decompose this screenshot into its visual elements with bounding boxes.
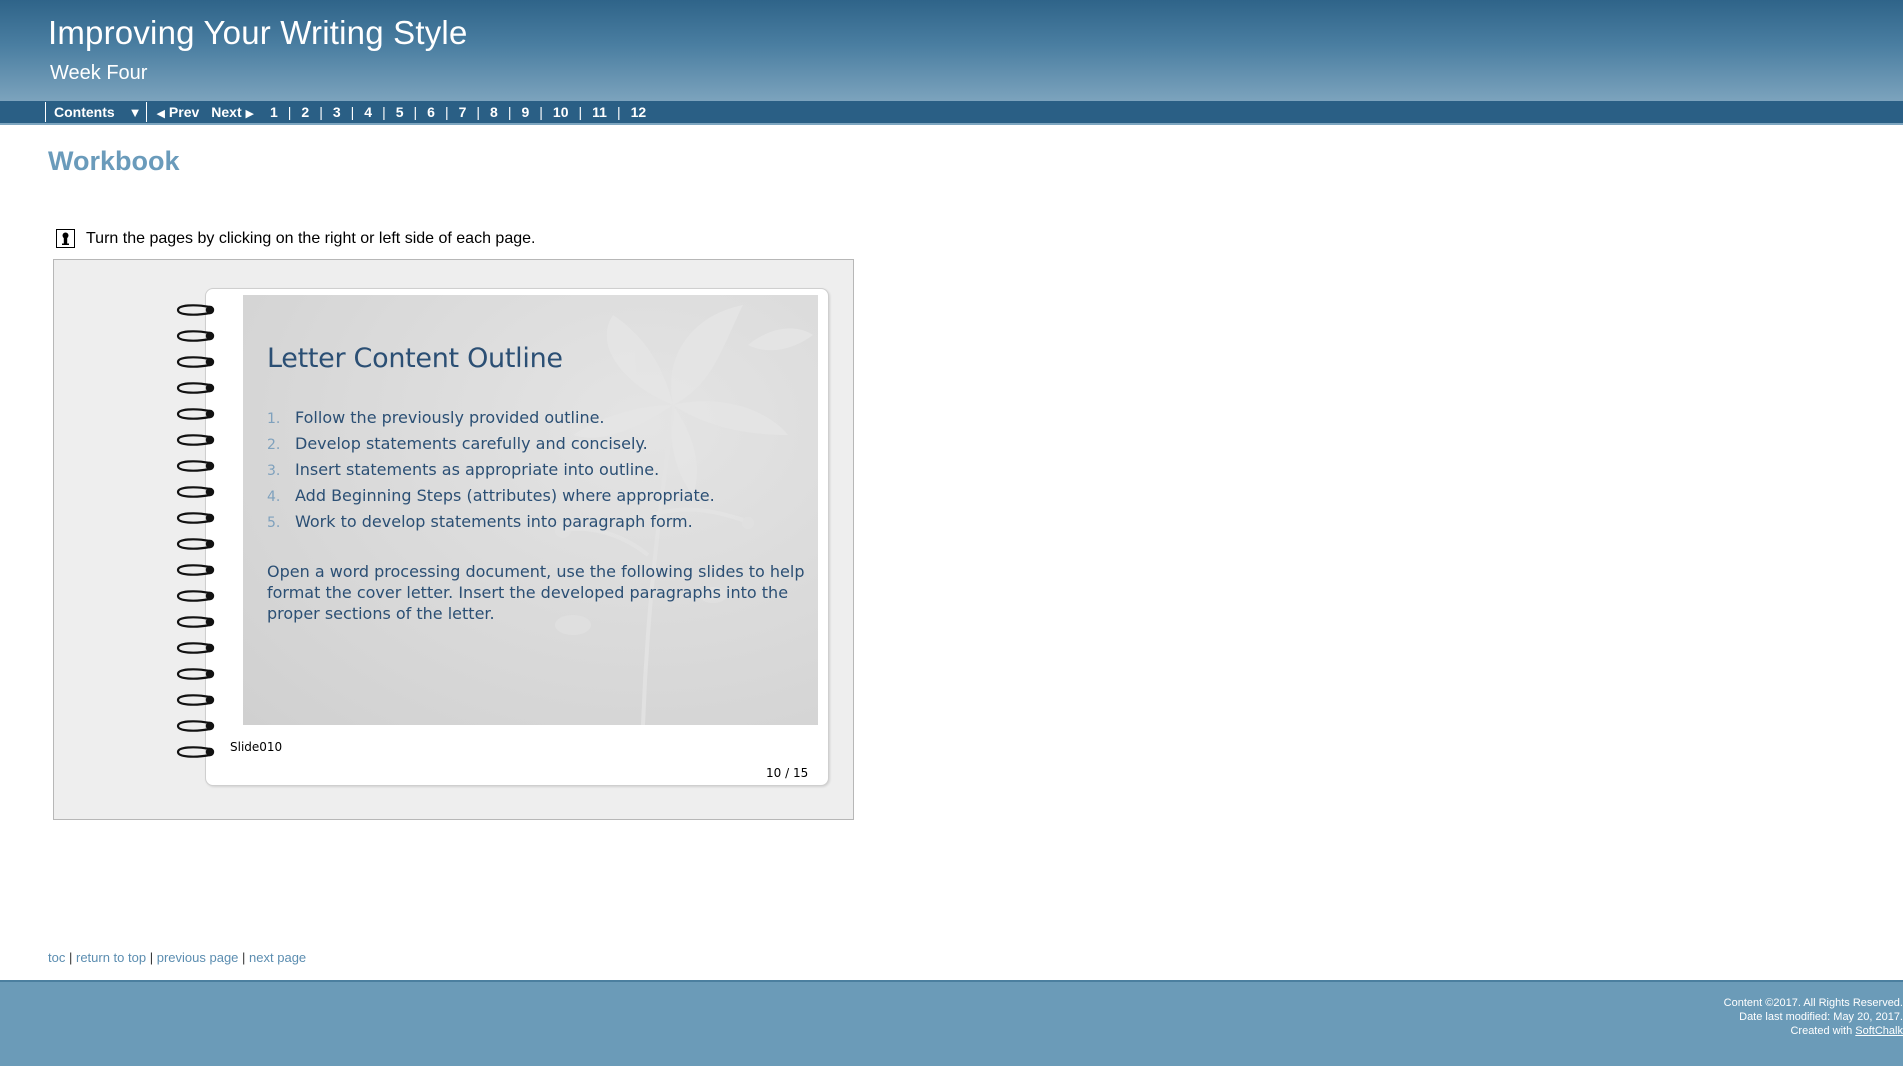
spiral-ring-icon bbox=[174, 303, 218, 317]
page-title: Workbook bbox=[48, 146, 180, 176]
list-number: 1. bbox=[267, 411, 281, 427]
spiral-ring-icon bbox=[174, 329, 218, 343]
spiral-ring-icon bbox=[174, 641, 218, 655]
page-link-1[interactable]: 1 bbox=[264, 104, 284, 120]
page-link-8[interactable]: 8 bbox=[484, 104, 504, 120]
footer-text: Content ©2017. All Rights Reserved. Date… bbox=[1724, 996, 1903, 1038]
date-modified-text: Date last modified: May 20, 2017. bbox=[1739, 1011, 1903, 1023]
page-separator: | bbox=[476, 104, 481, 120]
bottom-links: toc | return to top | previous page | ne… bbox=[48, 950, 306, 965]
link-separator: | bbox=[149, 950, 154, 965]
nav-inner: Contents ▼ ◀ Prev Next ▶ 1 | 2 | 3 | 4 |… bbox=[45, 101, 652, 123]
spiral-ring-icon bbox=[174, 693, 218, 707]
page-separator: | bbox=[413, 104, 418, 120]
list-number: 4. bbox=[267, 489, 281, 505]
page-separator: | bbox=[539, 104, 543, 120]
list-text: Add Beginning Steps (attributes) where a… bbox=[295, 486, 715, 505]
site-title: Improving Your Writing Style bbox=[48, 14, 468, 51]
page-separator: | bbox=[507, 104, 512, 120]
page-link-5[interactable]: 5 bbox=[390, 104, 410, 120]
spiral-ring-icon bbox=[174, 355, 218, 369]
site-header: Improving Your Writing Style Week Four bbox=[0, 0, 1903, 101]
page-counter: 10 / 15 bbox=[766, 766, 809, 780]
page-separator: | bbox=[444, 104, 449, 120]
site-subtitle: Week Four bbox=[50, 62, 148, 84]
contents-menu-button[interactable]: Contents ▼ bbox=[45, 102, 147, 122]
page-separator: | bbox=[382, 104, 386, 120]
slide-title: Letter Content Outline bbox=[267, 343, 563, 374]
list-number: 3. bbox=[267, 463, 281, 479]
spiral-ring-icon bbox=[174, 563, 218, 577]
slide-caption: Slide010 bbox=[230, 740, 283, 754]
page-link-10[interactable]: 10 bbox=[547, 104, 575, 120]
spiral-ring-icon bbox=[174, 433, 218, 447]
page-link-6[interactable]: 6 bbox=[421, 104, 441, 120]
page-separator: | bbox=[287, 104, 292, 120]
spiral-ring-icon bbox=[174, 615, 218, 629]
triangle-left-icon: ◀ bbox=[156, 108, 166, 120]
site-footer: Content ©2017. All Rights Reserved. Date… bbox=[0, 980, 1903, 1066]
page-link-11[interactable]: 11 bbox=[586, 104, 613, 120]
keyhole-glyph bbox=[62, 232, 69, 245]
created-with-line: Created with SoftChalk bbox=[1724, 1024, 1903, 1038]
spiral-ring-icon bbox=[174, 719, 218, 733]
return-to-top-link[interactable]: return to top bbox=[76, 950, 146, 965]
next-label: Next bbox=[211, 104, 242, 120]
next-button[interactable]: Next ▶ bbox=[211, 104, 254, 120]
list-text: Develop statements carefully and concise… bbox=[295, 434, 648, 453]
link-separator: | bbox=[242, 950, 246, 965]
prev-button[interactable]: ◀ Prev bbox=[157, 104, 200, 120]
page-separator: | bbox=[319, 104, 323, 120]
prev-label: Prev bbox=[168, 104, 200, 120]
spiral-ring-icon bbox=[174, 511, 218, 525]
contents-label: Contents bbox=[54, 104, 115, 120]
spiral-ring-icon bbox=[174, 537, 218, 551]
page-link-2[interactable]: 2 bbox=[295, 104, 315, 120]
created-with-label: Created with bbox=[1790, 1025, 1853, 1037]
page-separator: | bbox=[616, 104, 621, 120]
page-separator: | bbox=[578, 104, 583, 120]
list-item: 2. Develop statements carefully and conci… bbox=[267, 431, 715, 457]
softchalk-link[interactable]: SoftChalk bbox=[1855, 1025, 1903, 1037]
list-number: 2. bbox=[267, 437, 281, 453]
page-link-9[interactable]: 9 bbox=[515, 104, 535, 120]
list-item: 5. Work to develop statements into paragr… bbox=[267, 509, 715, 535]
page-link-3[interactable]: 3 bbox=[327, 104, 347, 120]
flipbook-frame[interactable]: Letter Content Outline 1. Follow the prev… bbox=[53, 259, 854, 820]
list-number: 5. bbox=[267, 515, 281, 531]
slide-paragraph: Open a word processing document, use the… bbox=[267, 562, 805, 623]
slide-image: Letter Content Outline 1. Follow the prev… bbox=[243, 295, 818, 725]
spiral-ring-icon bbox=[174, 667, 218, 681]
triangle-right-icon: ▶ bbox=[245, 108, 254, 120]
dropdown-arrow-icon: ▼ bbox=[128, 104, 142, 120]
spiral-ring-icon bbox=[174, 485, 218, 499]
spiral-ring-icon bbox=[174, 381, 218, 395]
spiral-ring-icon bbox=[174, 407, 218, 421]
list-item: 4. Add Beginning Steps (attributes) where… bbox=[267, 483, 715, 509]
spiral-ring-icon bbox=[174, 459, 218, 473]
previous-page-link[interactable]: previous page bbox=[157, 950, 239, 965]
page-link-12[interactable]: 12 bbox=[625, 104, 653, 120]
instruction-row: Turn the pages by clicking on the right … bbox=[56, 229, 535, 248]
list-item: 1. Follow the previously provided outline… bbox=[267, 405, 715, 431]
instruction-text: Turn the pages by clicking on the right … bbox=[86, 229, 536, 247]
toc-link[interactable]: toc bbox=[48, 950, 65, 965]
list-text: Work to develop statements into paragrap… bbox=[295, 512, 693, 531]
page-link-7-current[interactable]: 7 bbox=[453, 104, 473, 120]
spiral-binding bbox=[174, 303, 224, 773]
page-separator: | bbox=[350, 104, 355, 120]
link-separator: | bbox=[68, 950, 73, 965]
list-text: Follow the previously provided outline. bbox=[295, 408, 605, 427]
spiral-ring-icon bbox=[174, 745, 218, 759]
nav-bar: Contents ▼ ◀ Prev Next ▶ 1 | 2 | 3 | 4 |… bbox=[0, 101, 1903, 125]
info-keyhole-icon bbox=[56, 229, 75, 248]
list-text: Insert statements as appropriate into ou… bbox=[295, 460, 660, 479]
page-link-4[interactable]: 4 bbox=[358, 104, 378, 120]
next-page-link[interactable]: next page bbox=[249, 950, 306, 965]
copyright-text: Content ©2017. All Rights Reserved. bbox=[1723, 997, 1903, 1009]
slide-outline-list: 1. Follow the previously provided outline… bbox=[267, 405, 715, 535]
page-number-list: 1 | 2 | 3 | 4 | 5 | 6 | 7 | 8 | 9 | 10 |… bbox=[264, 104, 652, 120]
spiral-ring-icon bbox=[174, 589, 218, 603]
list-item: 3. Insert statements as appropriate into … bbox=[267, 457, 715, 483]
